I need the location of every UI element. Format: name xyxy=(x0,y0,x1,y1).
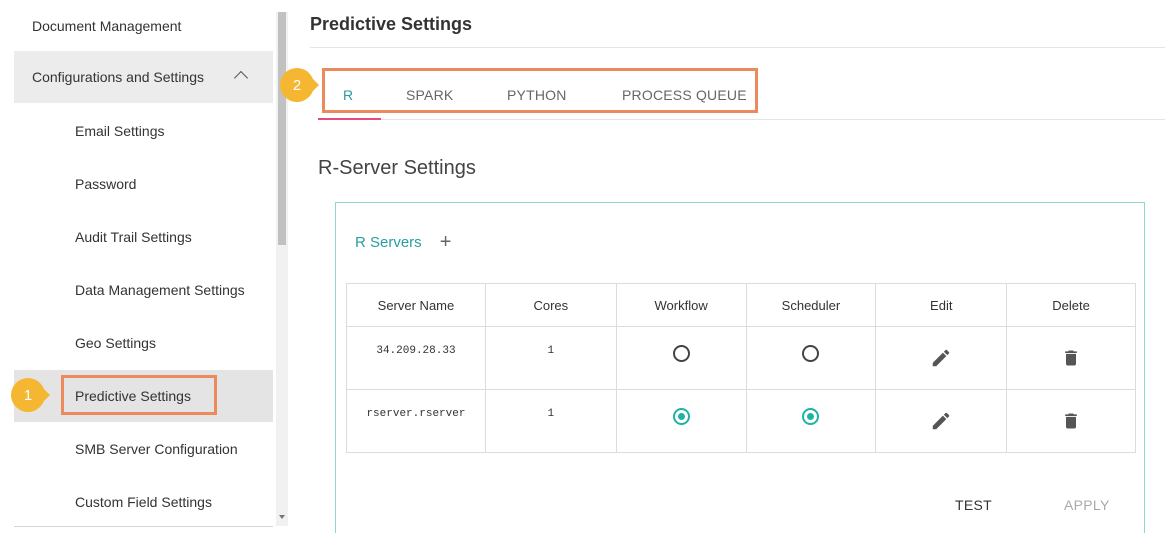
cores-cell: 1 xyxy=(484,326,617,390)
sidebar-item-label: Email Settings xyxy=(75,123,165,139)
column-header-workflow: Workflow xyxy=(615,283,747,327)
title-divider xyxy=(310,47,1165,48)
scheduler-radio[interactable] xyxy=(802,345,820,362)
sidebar-item-document-management[interactable]: Document Management xyxy=(0,0,273,52)
scheduler-cell xyxy=(745,326,877,390)
sidebar-item-password[interactable]: Password xyxy=(0,158,273,210)
server-name-cell: rserver.rserver xyxy=(346,389,486,453)
sidebar-item-configurations-and-settings[interactable]: Configurations and Settings xyxy=(14,51,273,103)
sidebar-item-label: Geo Settings xyxy=(75,335,156,351)
table-row: 34.209.28.33 1 xyxy=(346,326,1136,390)
workflow-cell xyxy=(615,389,747,453)
sidebar-item-email-settings[interactable]: Email Settings xyxy=(0,105,273,157)
tab-process-queue[interactable]: PROCESS QUEUE xyxy=(622,87,747,103)
scroll-down-arrow-icon[interactable] xyxy=(279,515,285,519)
sidebar-list: Document Management Configurations and S… xyxy=(0,0,273,528)
pencil-edit-icon[interactable] xyxy=(930,410,952,432)
column-header-delete: Delete xyxy=(1006,283,1136,327)
active-tab-indicator xyxy=(318,118,381,120)
pencil-edit-icon[interactable] xyxy=(930,347,952,369)
edit-cell xyxy=(875,326,1008,390)
chevron-up-icon xyxy=(233,70,249,86)
r-servers-table: Server Name Cores Workflow Scheduler Edi… xyxy=(346,283,1136,453)
scrollbar-thumb[interactable] xyxy=(278,12,286,245)
sidebar-item-label: Document Management xyxy=(32,18,182,34)
delete-cell xyxy=(1006,326,1136,390)
page-title: Predictive Settings xyxy=(310,14,473,34)
sidebar-divider xyxy=(14,526,273,527)
column-header-edit: Edit xyxy=(875,283,1008,327)
r-servers-header: R Servers + xyxy=(355,232,451,252)
sidebar-item-geo-settings[interactable]: Geo Settings xyxy=(0,317,273,369)
sidebar-item-label: Custom Field Settings xyxy=(75,494,212,510)
scheduler-cell xyxy=(745,389,877,453)
sidebar-item-label: Audit Trail Settings xyxy=(75,229,192,245)
trash-delete-icon[interactable] xyxy=(1061,347,1081,369)
workflow-cell xyxy=(615,326,747,390)
tab-r[interactable]: R xyxy=(343,87,353,103)
tab-spark[interactable]: SPARK xyxy=(406,87,453,103)
sidebar-item-label: SMB Server Configuration xyxy=(75,441,238,457)
sidebar-item-label: Configurations and Settings xyxy=(32,69,204,85)
sidebar: Document Management Configurations and S… xyxy=(0,0,290,533)
sidebar-item-label: Data Management Settings xyxy=(75,282,245,298)
tabs-divider xyxy=(381,119,1165,120)
trash-delete-icon[interactable] xyxy=(1061,410,1081,432)
column-header-server-name: Server Name xyxy=(346,283,486,327)
workflow-radio-selected[interactable] xyxy=(672,408,690,425)
callout-badge-1: 1 xyxy=(11,378,45,412)
callout-highlight-1 xyxy=(61,375,217,415)
sidebar-item-label: Password xyxy=(75,176,137,192)
r-servers-label: R Servers xyxy=(355,233,422,251)
section-title: R-Server Settings xyxy=(318,157,476,179)
sidebar-item-data-management-settings[interactable]: Data Management Settings xyxy=(0,264,273,316)
edit-cell xyxy=(875,389,1008,453)
server-name-cell: 34.209.28.33 xyxy=(346,326,486,390)
add-server-plus-icon[interactable]: + xyxy=(440,232,452,252)
sidebar-item-smb-server-configuration[interactable]: SMB Server Configuration xyxy=(0,423,273,475)
workflow-radio[interactable] xyxy=(672,345,690,362)
column-header-scheduler: Scheduler xyxy=(745,283,877,327)
callout-badge-2: 2 xyxy=(280,68,314,102)
delete-cell xyxy=(1006,389,1136,453)
sidebar-item-custom-field-settings[interactable]: Custom Field Settings xyxy=(0,476,273,528)
apply-button[interactable]: APPLY xyxy=(1064,497,1110,513)
column-header-cores: Cores xyxy=(484,283,617,327)
scheduler-radio-selected[interactable] xyxy=(802,408,820,425)
table-row: rserver.rserver 1 xyxy=(346,389,1136,453)
sidebar-item-audit-trail-settings[interactable]: Audit Trail Settings xyxy=(0,211,273,263)
test-button[interactable]: TEST xyxy=(955,497,992,513)
table-header-row: Server Name Cores Workflow Scheduler Edi… xyxy=(346,283,1136,327)
cores-cell: 1 xyxy=(484,389,617,453)
tab-python[interactable]: PYTHON xyxy=(507,87,567,103)
